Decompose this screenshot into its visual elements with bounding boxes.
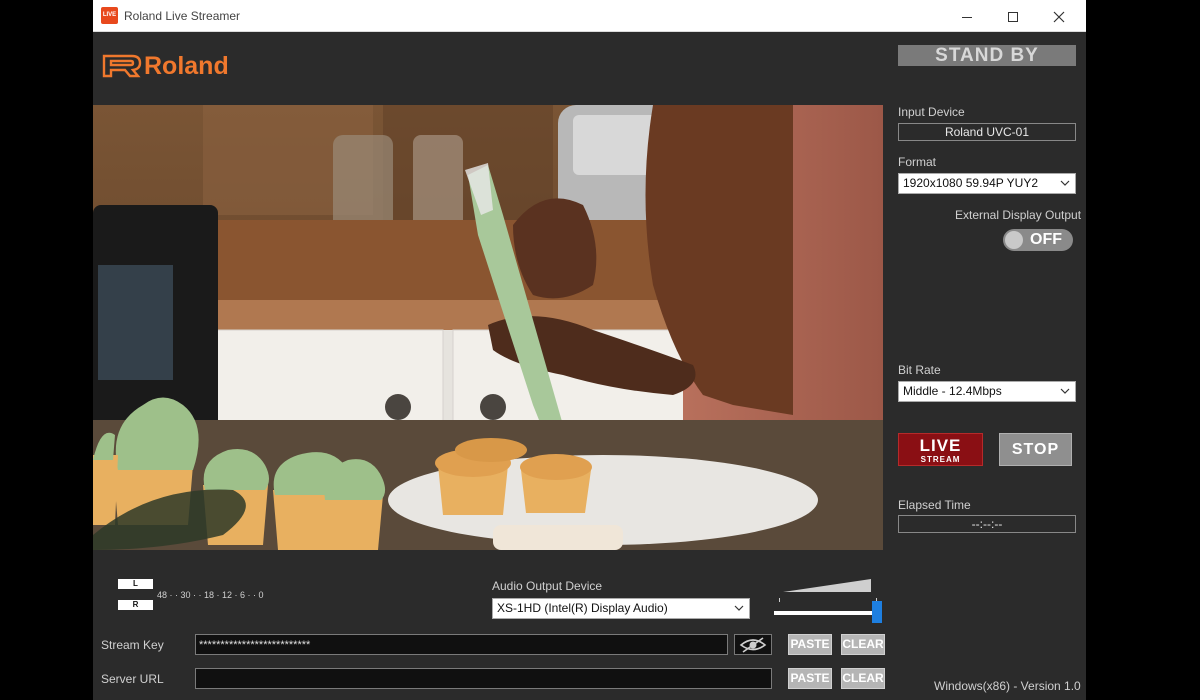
bit-rate-select-value: Middle - 12.4Mbps <box>903 384 1002 398</box>
app-icon: LIVE <box>101 7 118 24</box>
audio-output-label: Audio Output Device <box>492 579 603 593</box>
live-stream-button[interactable]: LIVE STREAM <box>898 433 983 466</box>
video-frame-image <box>93 105 883 550</box>
audio-output-select-value: XS-1HD (Intel(R) Display Audio) <box>497 601 668 615</box>
close-icon <box>1053 11 1065 23</box>
roland-logo: Roland <box>102 52 242 80</box>
volume-slider-thumb[interactable] <box>872 601 882 623</box>
title-bar[interactable]: LIVE Roland Live Streamer <box>93 0 1086 32</box>
audio-meter-right: R <box>118 600 153 610</box>
roland-r-mark-icon <box>102 54 142 78</box>
live-stream-button-line1: LIVE <box>919 436 962 455</box>
bit-rate-label: Bit Rate <box>898 363 941 377</box>
toggle-visibility-button[interactable] <box>734 634 772 655</box>
external-display-label: External Display Output <box>955 208 1082 222</box>
clear-server-url-button[interactable]: CLEAR <box>841 668 885 689</box>
stream-key-input[interactable] <box>195 634 728 655</box>
video-preview <box>93 105 883 550</box>
toggle-knob <box>1005 231 1023 249</box>
maximize-icon <box>1008 12 1018 23</box>
external-display-toggle[interactable]: OFF <box>1003 229 1073 251</box>
server-url-label: Server URL <box>101 672 164 686</box>
live-stream-button-line2: STREAM <box>920 455 961 464</box>
maximize-button[interactable] <box>990 0 1036 32</box>
minimize-button[interactable] <box>944 0 990 32</box>
paste-stream-key-button[interactable]: PASTE <box>788 634 832 655</box>
server-url-input[interactable] <box>195 668 772 689</box>
version-text: Windows(x86) - Version 1.0 <box>934 679 1081 693</box>
window-title: Roland Live Streamer <box>124 9 241 23</box>
chevron-down-icon <box>734 605 744 611</box>
chevron-down-icon <box>1060 388 1070 394</box>
bit-rate-select[interactable]: Middle - 12.4Mbps <box>898 381 1076 402</box>
format-select-value: 1920x1080 59.94P YUY2 <box>903 176 1039 190</box>
toggle-state-text: OFF <box>1030 231 1062 248</box>
stream-key-label: Stream Key <box>101 638 164 652</box>
volume-slider-track[interactable] <box>774 611 872 615</box>
volume-ramp-icon <box>783 579 871 592</box>
eye-slash-icon <box>739 637 767 653</box>
app-window: LIVE Roland Live Streamer Roland STAND B… <box>93 0 1086 700</box>
audio-meter-left: L <box>118 579 153 589</box>
input-device-label: Input Device <box>898 105 965 119</box>
format-label: Format <box>898 155 937 169</box>
status-indicator: STAND BY <box>898 45 1076 66</box>
elapsed-time-value: --:--:-- <box>898 515 1076 533</box>
audio-meter-scale: 48 · · 30 · · 18 · 12 · 6 · · 0 <box>157 590 264 600</box>
logo-wordmark: Roland <box>144 52 229 80</box>
volume-tick-min <box>779 598 780 602</box>
paste-server-url-button[interactable]: PASTE <box>788 668 832 689</box>
close-button[interactable] <box>1036 0 1082 32</box>
format-select[interactable]: 1920x1080 59.94P YUY2 <box>898 173 1076 194</box>
screen-frame: LIVE Roland Live Streamer Roland STAND B… <box>0 0 1200 700</box>
chevron-down-icon <box>1060 180 1070 186</box>
stop-button[interactable]: STOP <box>999 433 1072 466</box>
elapsed-time-label: Elapsed Time <box>898 498 971 512</box>
audio-output-select[interactable]: XS-1HD (Intel(R) Display Audio) <box>492 598 750 619</box>
minimize-icon <box>962 16 972 18</box>
input-device-field: Roland UVC-01 <box>898 123 1076 141</box>
clear-stream-key-button[interactable]: CLEAR <box>841 634 885 655</box>
